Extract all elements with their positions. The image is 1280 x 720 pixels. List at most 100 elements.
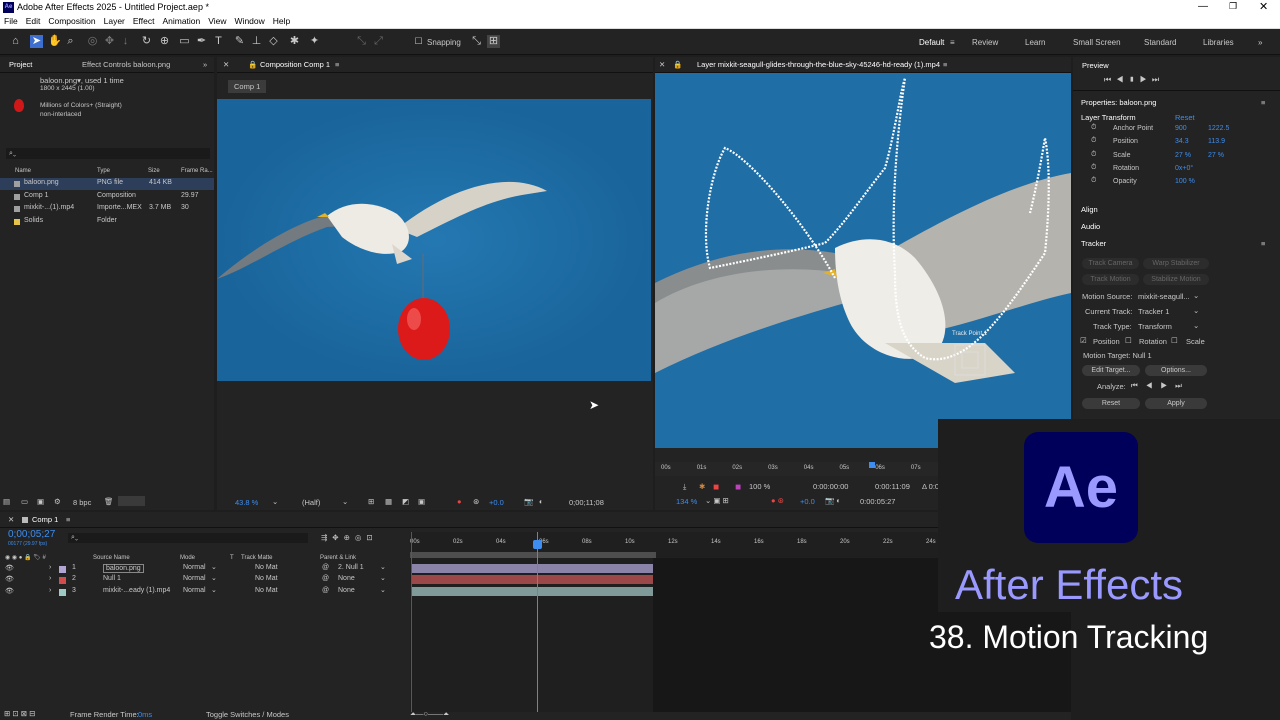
workspace-libraries[interactable]: Libraries [1203, 38, 1234, 47]
layer-time-in[interactable]: 0:00:00:00 [813, 482, 848, 491]
color-icon[interactable]: ◼ [735, 482, 741, 491]
track-type-select[interactable]: Transform [1138, 322, 1172, 331]
project-item[interactable]: Solids Folder [0, 216, 214, 228]
layer-mode[interactable]: Normal [183, 564, 206, 571]
tab-menu-icon[interactable]: ≡ [335, 57, 339, 73]
layer-time-out[interactable]: 0:00:11:09 [875, 482, 910, 491]
scale-checkbox[interactable]: ☐ [1171, 336, 1178, 345]
snap-extend-icon[interactable]: ⤡ [470, 35, 483, 48]
tracker-reset-button[interactable]: Reset [1082, 398, 1140, 409]
bpc-label[interactable]: 8 bpc [73, 498, 91, 507]
workspace-default[interactable]: Default [919, 38, 944, 47]
layer-row[interactable]: 👁 › 3 mixkit-...eady (1).mp4 Normal ⌄ No Mat @ N… [0, 587, 410, 598]
close-icon[interactable]: ✕ [1259, 0, 1268, 13]
transparency-icon[interactable]: ▦ [385, 497, 392, 506]
col-size[interactable]: Size [148, 168, 160, 174]
layer-row[interactable]: 👁 › 2 Null 1 Normal ⌄ No Mat @ None ⌄ [0, 575, 410, 586]
lock-icon[interactable]: 🔒 [673, 57, 682, 73]
brush-tool-icon[interactable]: ✎ [233, 35, 246, 48]
transform-reset[interactable]: Reset [1175, 113, 1195, 122]
playhead-handle-icon[interactable] [533, 540, 542, 549]
mask-icon[interactable]: ◩ [402, 497, 409, 506]
trash-icon[interactable]: 🗑 [104, 497, 114, 506]
prop-value[interactable]: 900 [1175, 125, 1187, 132]
preview-controls[interactable]: ⏮◀▮▶⏭ [1104, 75, 1164, 85]
timeline-timecode[interactable]: 0;00;05;27 [8, 529, 55, 540]
exposure-icon[interactable]: ⊛ [473, 497, 479, 506]
track-camera-button[interactable]: Track Camera [1082, 258, 1139, 269]
layer-row[interactable]: 👁 › 1 baloon.png Normal ⌄ No Mat @2. Null 1 ⌄ [0, 564, 410, 575]
timeline-tool-icons[interactable]: ⇶✥⊕◎⊡ [321, 533, 378, 542]
expand-icon[interactable]: › [49, 575, 51, 582]
view-options-icon[interactable]: ⌄ ▣ ⊞ [705, 496, 729, 505]
edit-target-button[interactable]: Edit Target... [1082, 365, 1140, 376]
col-name[interactable]: Name [15, 168, 31, 174]
visibility-icon[interactable]: 👁 [5, 564, 14, 572]
layer-name[interactable]: baloon.png [103, 564, 144, 573]
parent-pickwhip-icon[interactable]: @ [322, 587, 329, 594]
menu-animation[interactable]: Animation [162, 15, 200, 28]
layer-snapshot-icon[interactable]: 📷 ◐ [825, 496, 841, 505]
stopwatch-icon[interactable]: ⏱ [1091, 151, 1096, 159]
menu-window[interactable]: Window [235, 15, 265, 28]
col-t[interactable]: T [230, 555, 234, 561]
close-layer-tab-icon[interactable]: ✕ [659, 57, 665, 73]
stopwatch-icon[interactable]: ⏱ [1091, 137, 1096, 145]
region-icon[interactable]: ⊞ [368, 497, 374, 506]
home-icon[interactable]: ⌂ [9, 35, 22, 48]
layer-tab-menu-icon[interactable]: ≡ [943, 57, 947, 73]
zoom-slider[interactable]: ⏶—○——⏶ [410, 709, 449, 719]
menu-composition[interactable]: Composition [48, 15, 95, 28]
snapshot-icon[interactable]: 📷 [524, 497, 533, 506]
playhead-line[interactable] [537, 532, 538, 712]
tracker-menu-icon[interactable]: ≡ [1261, 239, 1265, 248]
close-timeline-icon[interactable]: ✕ [8, 512, 14, 528]
layer-exposure[interactable]: +0.0 [800, 497, 815, 506]
toggle-switches-modes[interactable]: Toggle Switches / Modes [206, 710, 289, 719]
project-item[interactable]: mixkit-...(1).mp4 Importe...MEX 3.7 MB 30 [0, 203, 214, 215]
menu-file[interactable]: File [4, 15, 18, 28]
roto-tool-icon[interactable]: ✱ [288, 35, 301, 48]
stopwatch-icon[interactable]: ⏱ [1091, 177, 1096, 185]
eraser-tool-icon[interactable]: ◇ [267, 35, 280, 48]
tab-project[interactable]: Project [9, 57, 32, 73]
prop-value[interactable]: 0x+0° [1175, 165, 1193, 172]
mode-dropdown-icon[interactable]: ⌄ [211, 586, 217, 594]
project-search-input[interactable]: ⌕⌄ [6, 148, 210, 159]
expand-icon[interactable]: › [49, 564, 51, 571]
dolly-tool-icon[interactable]: ↓ [119, 35, 132, 48]
menu-view[interactable]: View [208, 15, 226, 28]
snap-option-icon[interactable]: ⤡ [355, 35, 368, 48]
layer-playhead-icon[interactable] [869, 462, 875, 468]
position-checkbox[interactable]: ☑ [1080, 336, 1087, 345]
layer-name[interactable]: Null 1 [103, 575, 121, 582]
prop-value[interactable]: 27 % [1175, 152, 1191, 159]
label-color[interactable] [59, 588, 66, 596]
stabilize-motion-button[interactable]: Stabilize Motion [1143, 274, 1209, 285]
grid-icon[interactable]: ▣ [418, 497, 425, 506]
prop-value[interactable]: 100 % [1175, 178, 1195, 185]
label-color[interactable] [59, 566, 66, 573]
parent-dropdown-icon[interactable]: ⌄ [380, 563, 386, 571]
tab-effect-controls[interactable]: Effect Controls baloon.png [82, 57, 170, 73]
layer-time-delta[interactable]: Δ 0:0 [922, 482, 939, 491]
track-type-dropdown-icon[interactable]: ⌄ [1193, 321, 1199, 330]
col-type[interactable]: Type [97, 168, 110, 174]
expand-icon[interactable]: › [49, 587, 51, 594]
settings-icon[interactable]: ⚙ [54, 497, 61, 506]
col-framerate[interactable]: Frame Ra... [181, 168, 213, 174]
project-item[interactable]: baloon.png PNG file 414 KB [0, 178, 214, 190]
close-tab-icon[interactable]: ✕ [223, 57, 229, 73]
comp-time[interactable]: 0;00;11;08 [569, 498, 604, 507]
current-track-dropdown-icon[interactable]: ⌄ [1193, 306, 1199, 315]
col-track-matte[interactable]: Track Matte [241, 555, 272, 561]
interpret-icon[interactable]: ▤ [3, 497, 10, 506]
menu-edit[interactable]: Edit [26, 15, 41, 28]
menu-help[interactable]: Help [273, 15, 290, 28]
minimize-icon[interactable]: — [1198, 1, 1208, 12]
rectangle-tool-icon[interactable]: ▭ [178, 35, 191, 48]
tab-preview[interactable]: Preview [1082, 61, 1109, 70]
orbit-tool-icon[interactable]: ◎ [86, 35, 99, 48]
new-folder-icon[interactable]: ▭ [21, 497, 28, 506]
tracker-apply-button[interactable]: Apply [1145, 398, 1207, 409]
